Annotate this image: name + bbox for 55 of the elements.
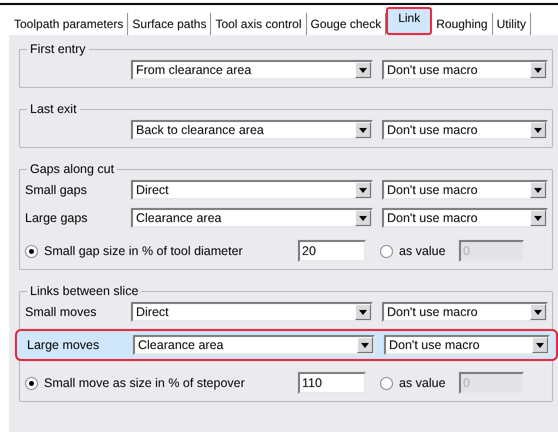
dropdown-arrow-icon xyxy=(359,128,367,132)
row-label: Small gaps xyxy=(25,183,88,197)
radio-button[interactable] xyxy=(380,376,393,390)
row-label: Large moves xyxy=(27,338,100,352)
dropdown-button[interactable] xyxy=(530,304,546,320)
dropdown-arrow-icon xyxy=(361,342,369,348)
macro-dropdown[interactable]: Don't use macro xyxy=(382,120,548,140)
method-dropdown[interactable]: Direct xyxy=(131,180,373,200)
dropdown-arrow-icon xyxy=(534,216,542,220)
dropdown-button[interactable] xyxy=(530,62,546,78)
size-input[interactable]: 20 xyxy=(298,240,366,262)
radio-label: as value xyxy=(399,244,447,258)
dropdown-arrow-icon xyxy=(536,342,544,348)
radio-label: Small move as size in % of stepover xyxy=(44,376,246,390)
macro-dropdown[interactable]: Don't use macro xyxy=(382,208,548,228)
dropdown-button[interactable] xyxy=(532,337,548,353)
method-dropdown[interactable]: Clearance area xyxy=(131,208,373,228)
macro-dropdown[interactable]: Don't use macro xyxy=(382,180,548,200)
method-dropdown[interactable]: Direct xyxy=(131,302,373,322)
radio-button[interactable] xyxy=(380,244,393,258)
method-dropdown[interactable]: From clearance area xyxy=(131,60,373,80)
size-input[interactable]: 110 xyxy=(298,372,366,394)
method-dropdown[interactable]: Back to clearance area xyxy=(131,120,373,140)
dropdown-button[interactable] xyxy=(355,304,371,320)
group-title: First entry xyxy=(29,42,87,56)
dropdown-arrow-icon xyxy=(359,68,367,72)
dropdown-arrow-icon xyxy=(534,128,542,132)
macro-dropdown[interactable]: Don't use macro xyxy=(382,302,548,322)
dropdown-button[interactable] xyxy=(355,182,371,198)
dropdown-arrow-icon xyxy=(534,188,542,192)
group-title: Gaps along cut xyxy=(29,162,116,176)
dropdown-button[interactable] xyxy=(530,210,546,226)
macro-dropdown[interactable]: Don't use macro xyxy=(384,335,550,355)
row-label: Small moves xyxy=(25,305,98,319)
radio-button[interactable] xyxy=(25,376,38,390)
method-dropdown[interactable]: Clearance area xyxy=(133,335,375,355)
dropdown-arrow-icon xyxy=(534,68,542,72)
dropdown-button[interactable] xyxy=(530,182,546,198)
tab[interactable]: Link xyxy=(386,7,432,35)
group-title: Last exit xyxy=(29,102,78,116)
dropdown-arrow-icon xyxy=(534,310,542,314)
radio-label: as value xyxy=(399,376,447,390)
macro-dropdown[interactable]: Don't use macro xyxy=(382,60,548,80)
dropdown-arrow-icon xyxy=(359,188,367,192)
row-label: Large gaps xyxy=(25,211,89,225)
dropdown-button[interactable] xyxy=(355,62,371,78)
dropdown-button[interactable] xyxy=(355,210,371,226)
dropdown-button[interactable] xyxy=(357,337,373,353)
dropdown-button[interactable] xyxy=(355,122,371,138)
group-title: Links between slice xyxy=(29,284,140,298)
dropdown-arrow-icon xyxy=(359,310,367,314)
dropdown-arrow-icon xyxy=(359,216,367,220)
radio-button[interactable] xyxy=(25,244,38,258)
dropdown-button[interactable] xyxy=(530,122,546,138)
radio-label: Small gap size in % of tool diameter xyxy=(44,244,244,258)
